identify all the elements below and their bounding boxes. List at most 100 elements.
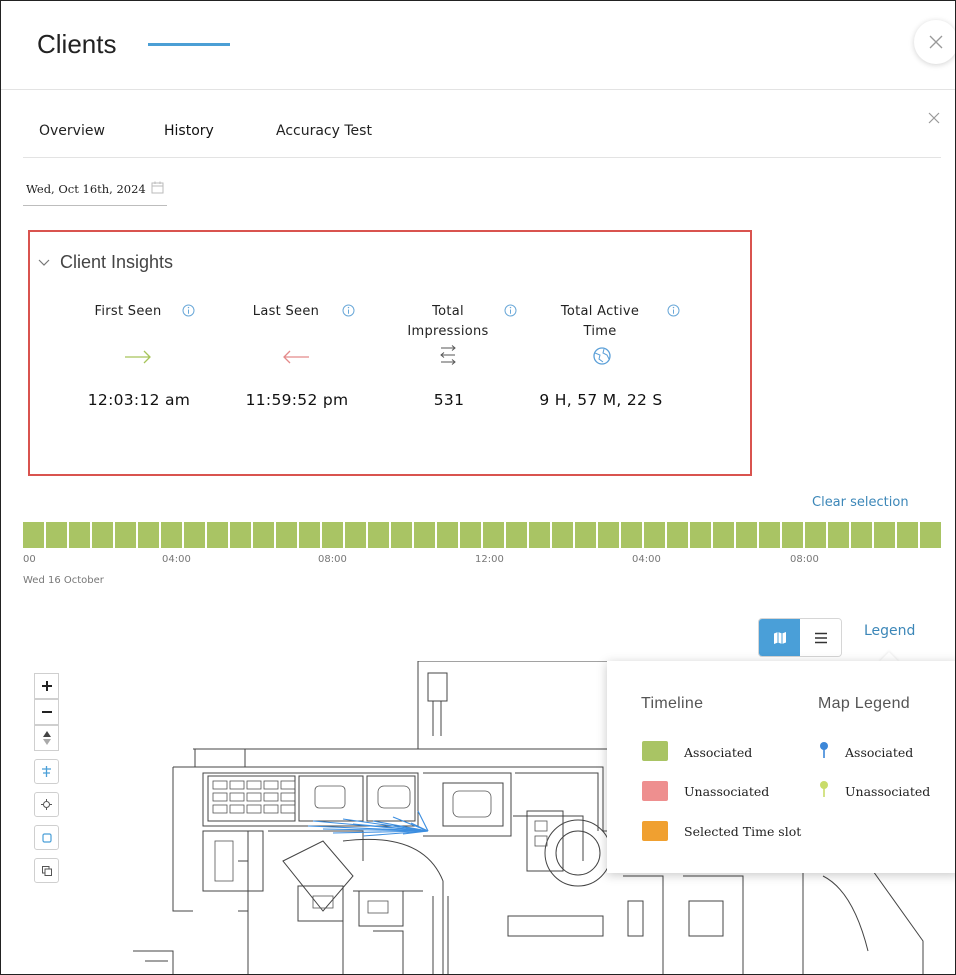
legend-item-label: Associated — [845, 745, 914, 760]
client-history-panel: Clients Overview History Accuracy Test W… — [0, 0, 956, 975]
timeline-segment[interactable] — [920, 522, 941, 548]
swatch-selected-time-slot — [642, 821, 668, 841]
timeline-segment[interactable] — [805, 522, 826, 548]
legend-item-label: Unassociated — [684, 784, 770, 799]
timeline-segment[interactable] — [299, 522, 320, 548]
timeline-segment[interactable] — [851, 522, 872, 548]
exchange-arrows-icon — [432, 342, 464, 370]
tab-accuracy-test[interactable]: Accuracy Test — [276, 123, 372, 139]
settings-tool-button[interactable] — [34, 792, 59, 817]
timeline-segment[interactable] — [345, 522, 366, 548]
plus-icon — [41, 681, 52, 691]
copy-tool-button[interactable] — [34, 858, 59, 883]
legend-item-label: Unassociated — [845, 784, 931, 799]
legend-item-label: Selected Time slot — [684, 824, 802, 839]
timeline-segment[interactable] — [368, 522, 389, 548]
timeline-segment[interactable] — [92, 522, 113, 548]
timeline-segment[interactable] — [690, 522, 711, 548]
timeline-segment[interactable] — [460, 522, 481, 548]
close-panel-button[interactable] — [914, 20, 955, 64]
compass-icon — [42, 731, 51, 745]
pin-associated-icon — [820, 742, 828, 758]
metric-last-seen: Last Seen 11:59:52 pm — [236, 232, 366, 472]
timeline-segment[interactable] — [184, 522, 205, 548]
timeline-segment[interactable] — [736, 522, 757, 548]
timeline-segment[interactable] — [782, 522, 803, 548]
metric-label: Total Impressions — [407, 304, 489, 339]
calendar-icon[interactable] — [151, 181, 164, 194]
swatch-unassociated — [642, 781, 668, 801]
clear-selection-link[interactable]: Clear selection — [812, 495, 909, 510]
client-insights-card: Client Insights First Seen 12:03:12 am L… — [28, 230, 752, 476]
zoom-out-button[interactable] — [34, 699, 59, 725]
timeline-tick-label: 12:00 — [475, 554, 504, 565]
list-view-button[interactable] — [800, 619, 841, 656]
timeline-bar[interactable] — [23, 522, 941, 548]
timeline-tick-label: 04:00 — [162, 554, 191, 565]
timeline-segment[interactable] — [69, 522, 90, 548]
timeline-tick-label: 00 — [23, 554, 36, 565]
zoom-in-button[interactable] — [34, 673, 59, 699]
info-icon[interactable] — [504, 304, 517, 317]
timeline-segment[interactable] — [667, 522, 688, 548]
timeline-segment[interactable] — [506, 522, 527, 548]
metric-total-active-time: Total Active Time 9 H, 57 M, 22 S — [539, 232, 680, 472]
metric-value: 11:59:52 pm — [245, 391, 349, 409]
metric-label: Total Active Time — [560, 304, 640, 339]
timeline-segment[interactable] — [322, 522, 343, 548]
timeline-tick-label: 04:00 — [632, 554, 661, 565]
tab-overview[interactable]: Overview — [39, 123, 105, 139]
info-icon[interactable] — [342, 304, 355, 317]
timeline-segment[interactable] — [828, 522, 849, 548]
metric-label: First Seen — [94, 304, 162, 319]
legend-map-heading: Map Legend — [818, 695, 910, 712]
minus-icon — [41, 711, 52, 713]
copy-icon — [41, 865, 52, 876]
tab-bar: Overview History Accuracy Test — [23, 111, 941, 158]
timeline-segment[interactable] — [138, 522, 159, 548]
metric-value: 12:03:12 am — [87, 391, 191, 409]
timeline-segment[interactable] — [437, 522, 458, 548]
select-tool-button[interactable] — [34, 825, 59, 850]
globe-icon — [586, 344, 618, 368]
info-icon[interactable] — [667, 304, 680, 317]
info-icon[interactable] — [182, 304, 195, 317]
close-icon — [929, 35, 943, 49]
timeline-segment[interactable] — [897, 522, 918, 548]
align-tool-button[interactable] — [34, 759, 59, 784]
timeline-segment[interactable] — [759, 522, 780, 548]
legend-popover: Timeline Map Legend Associated Unassocia… — [607, 661, 955, 873]
view-toggle — [758, 618, 842, 657]
reset-north-button[interactable] — [34, 725, 59, 751]
arrow-right-icon — [122, 347, 154, 367]
timeline-tick-label: 08:00 — [790, 554, 819, 565]
date-picker[interactable]: Wed, Oct 16th, 2024 — [23, 177, 167, 206]
timeline-segment[interactable] — [598, 522, 619, 548]
timeline-segment[interactable] — [230, 522, 251, 548]
timeline-segment[interactable] — [874, 522, 895, 548]
swatch-associated — [642, 741, 668, 761]
timeline-segment[interactable] — [115, 522, 136, 548]
legend-link[interactable]: Legend — [864, 623, 915, 639]
timeline-segment[interactable] — [621, 522, 642, 548]
pin-unassociated-icon — [820, 781, 828, 797]
map-view-button[interactable] — [759, 619, 800, 656]
timeline-segment[interactable] — [276, 522, 297, 548]
timeline-segment[interactable] — [713, 522, 734, 548]
timeline-segment[interactable] — [644, 522, 665, 548]
timeline-segment[interactable] — [46, 522, 67, 548]
timeline-segment[interactable] — [253, 522, 274, 548]
timeline-segment[interactable] — [414, 522, 435, 548]
active-tab-indicator — [148, 43, 230, 46]
timeline-segment[interactable] — [207, 522, 228, 548]
timeline-segment[interactable] — [529, 522, 550, 548]
timeline-segment[interactable] — [552, 522, 573, 548]
timeline-segment[interactable] — [575, 522, 596, 548]
timeline-segment[interactable] — [161, 522, 182, 548]
tab-history[interactable]: History — [164, 123, 214, 139]
timeline-segment[interactable] — [483, 522, 504, 548]
timeline-day-label: Wed 16 October — [23, 575, 104, 586]
timeline-segment[interactable] — [391, 522, 412, 548]
timeline-segment[interactable] — [23, 522, 44, 548]
metric-total-impressions: Total Impressions 531 — [388, 232, 518, 472]
